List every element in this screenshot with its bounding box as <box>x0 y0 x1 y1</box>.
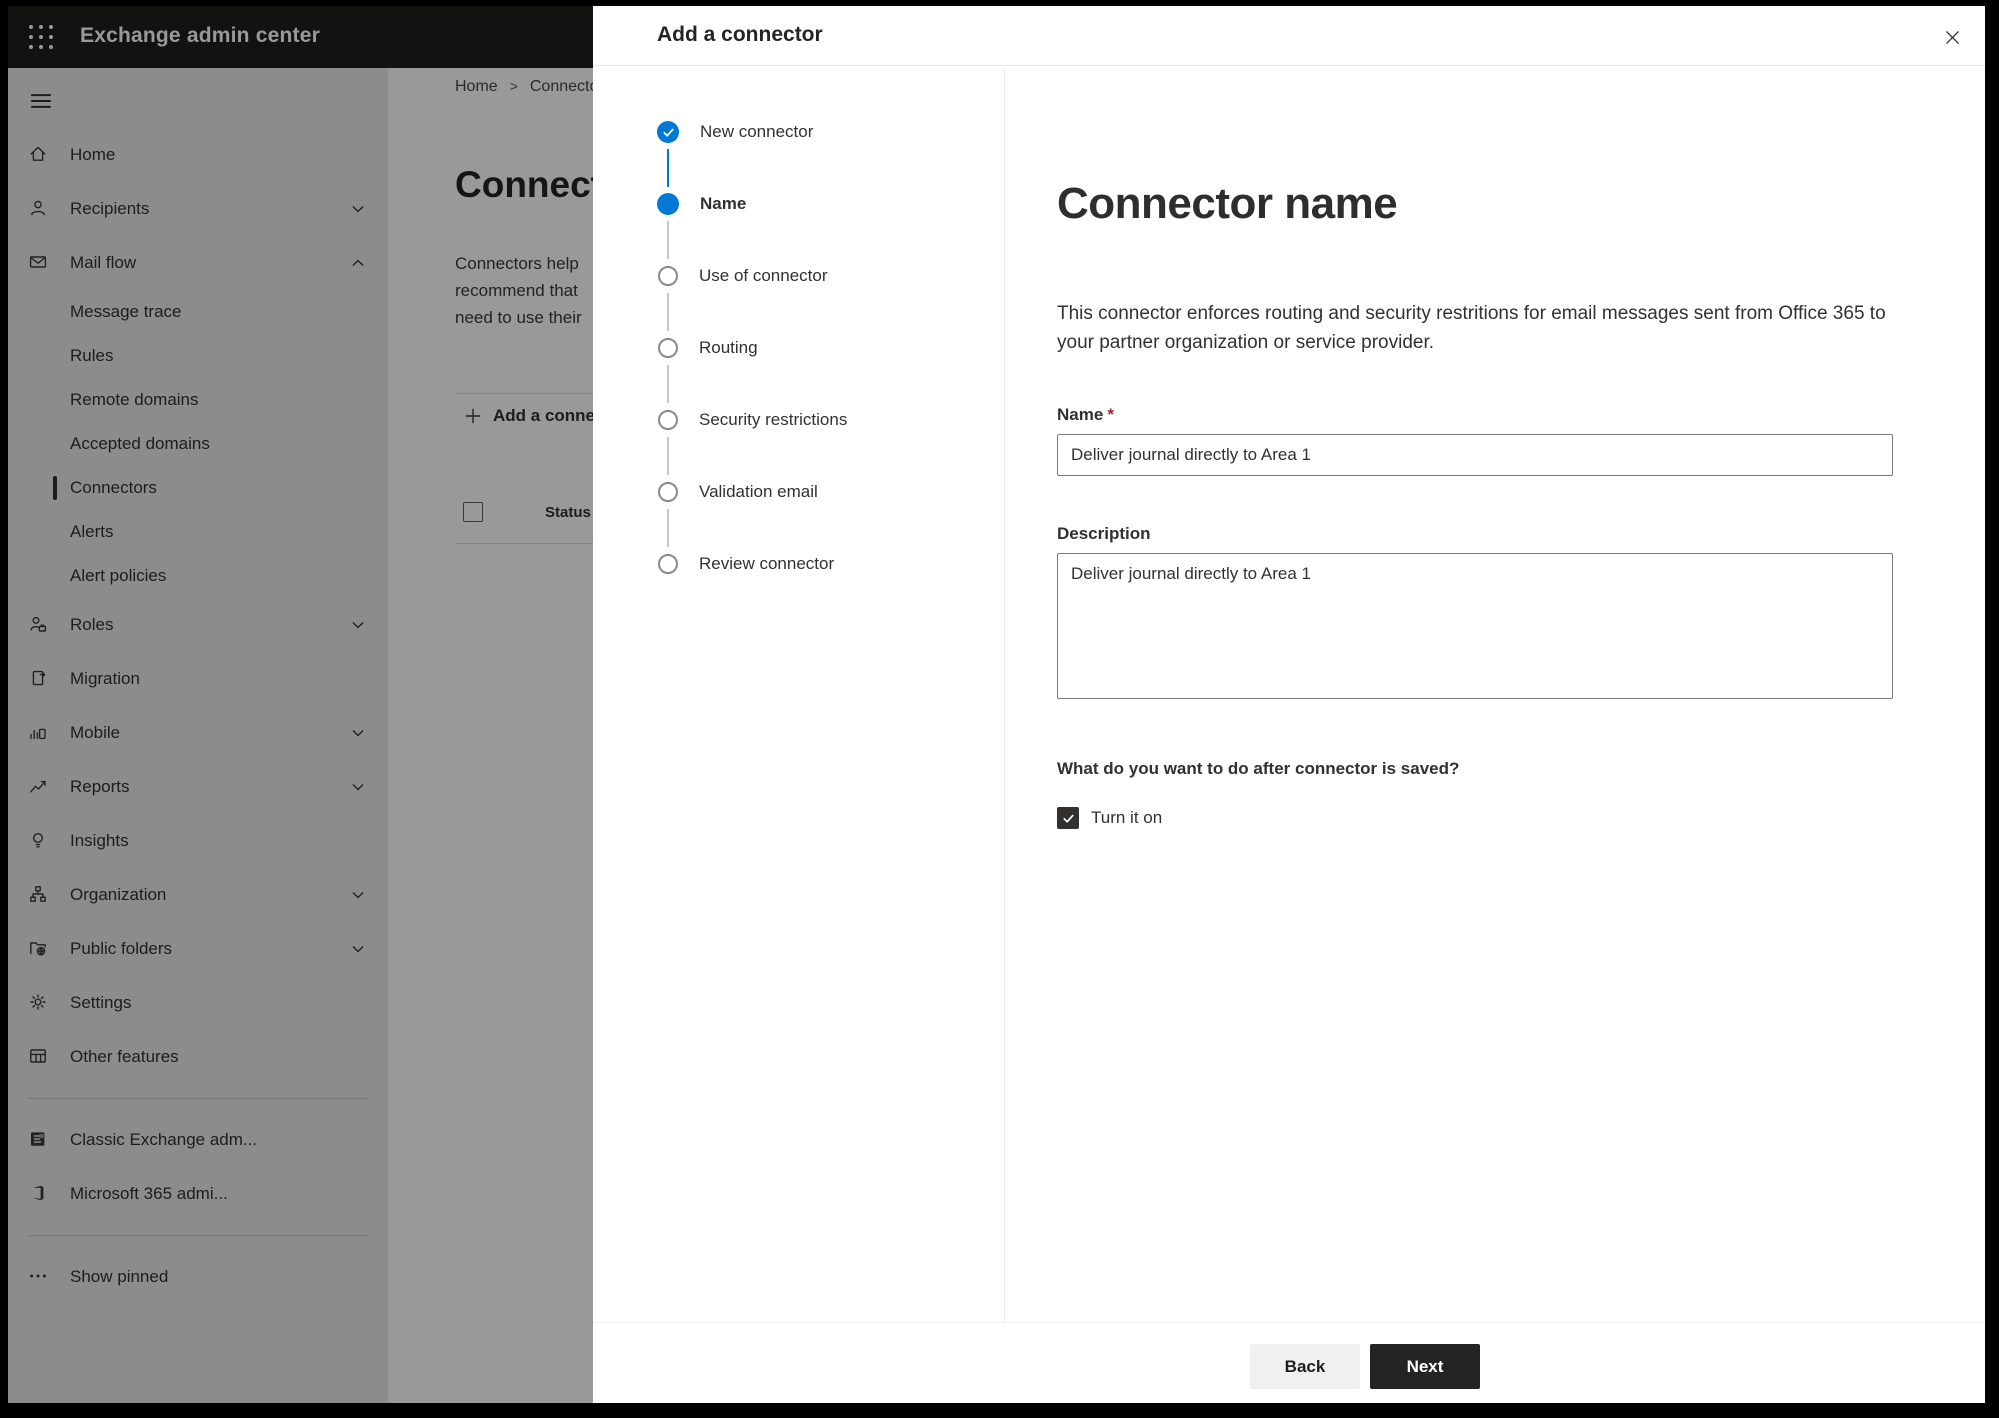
step-label: Security restrictions <box>699 410 848 429</box>
required-asterisk: * <box>1107 405 1114 424</box>
wizard-step-review-connector[interactable]: Review connector <box>593 553 1004 575</box>
step-label: Routing <box>699 338 758 357</box>
wizard-step-new-connector[interactable]: New connector <box>593 121 1004 143</box>
wizard-step-validation-email[interactable]: Validation email <box>593 481 1004 503</box>
description-field-label: Description <box>1057 524 1151 543</box>
step-connector-line <box>667 437 669 475</box>
back-button[interactable]: Back <box>1250 1344 1360 1389</box>
turn-it-on-label: Turn it on <box>1091 808 1163 827</box>
wizard-stepper: New connector Name Use of connector Routing… <box>593 67 1005 1322</box>
step-active-circle-icon <box>657 193 679 215</box>
wizard-step-use-of-connector[interactable]: Use of connector <box>593 265 1004 287</box>
modal-dim-overlay <box>8 6 593 1403</box>
step-connector-line <box>667 221 669 259</box>
close-icon[interactable] <box>1935 20 1969 54</box>
wizard-step-name[interactable]: Name <box>593 193 1004 215</box>
step-label: Use of connector <box>699 266 828 285</box>
step-connector-line <box>667 509 669 547</box>
add-connector-modal: Add a connector New connector Name Use of … <box>593 6 1985 1403</box>
step-upcoming-circle-icon <box>658 554 678 574</box>
step-upcoming-circle-icon <box>658 266 678 286</box>
next-button[interactable]: Next <box>1370 1344 1480 1389</box>
pane-heading: Connector name <box>1057 179 1398 228</box>
pane-description: This connector enforces routing and secu… <box>1057 303 1886 353</box>
step-connector-line <box>667 149 669 187</box>
step-label: Validation email <box>699 482 818 501</box>
modal-footer: Back Next <box>593 1322 1985 1403</box>
modal-body: New connector Name Use of connector Routing… <box>593 67 1985 1322</box>
name-field-label: Name * <box>1057 405 1114 424</box>
step-completed-circle-icon <box>657 121 679 143</box>
wizard-step-security-restrictions[interactable]: Security restrictions <box>593 409 1004 431</box>
step-connector-line <box>667 365 669 403</box>
name-input[interactable] <box>1057 434 1893 476</box>
after-save-question: What do you want to do after connector i… <box>1057 759 1460 778</box>
turn-it-on-option[interactable]: Turn it on <box>1057 807 1985 829</box>
modal-title: Add a connector <box>657 23 823 46</box>
wizard-step-routing[interactable]: Routing <box>593 337 1004 359</box>
step-label: New connector <box>700 122 814 141</box>
step-upcoming-circle-icon <box>658 482 678 502</box>
step-label: Review connector <box>699 554 835 573</box>
step-upcoming-circle-icon <box>658 338 678 358</box>
step-label: Name <box>700 194 747 213</box>
description-input[interactable] <box>1057 553 1893 699</box>
step-upcoming-circle-icon <box>658 410 678 430</box>
turn-it-on-checkbox[interactable] <box>1057 807 1079 829</box>
app-frame: Exchange admin center Home Recipients Mail… <box>8 6 1985 1403</box>
wizard-content: Connector name This connector enforces r… <box>1005 67 1985 1322</box>
modal-header: Add a connector <box>593 6 1985 66</box>
step-connector-line <box>667 293 669 331</box>
